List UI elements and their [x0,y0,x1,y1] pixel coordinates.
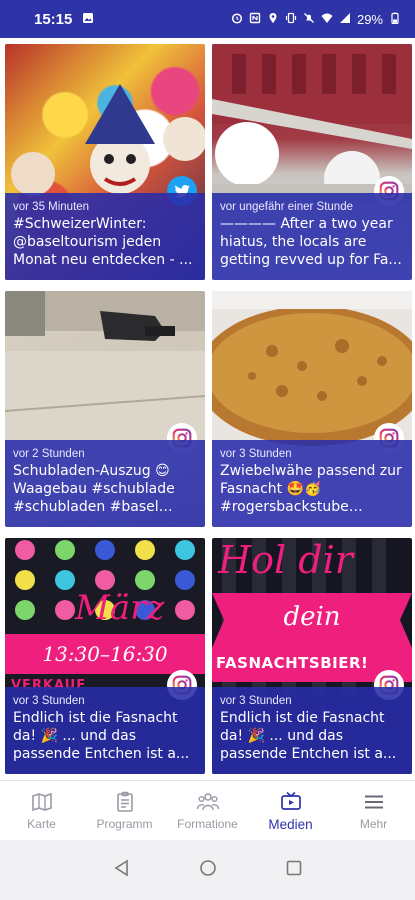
post-time: vor 3 Stunden [220,448,292,460]
nav-item-formationen[interactable]: Formatione [166,781,249,840]
post-overlay: vor ungefähr einer Stunde ———— After a t… [212,193,412,280]
post-overlay: vor 3 Stunden Endlich ist die Fasnacht d… [5,687,205,774]
signal-icon [339,12,351,27]
media-card[interactable]: vor 3 Stunden Zwiebelwähe passend zur Fa… [212,291,412,527]
nav-label: Mehr [359,817,388,831]
system-navigation [0,840,415,900]
home-icon[interactable] [198,858,218,882]
post-time: vor 2 Stunden [13,448,85,460]
tv-icon [280,791,301,810]
status-bar: 15:15 29% [0,0,415,38]
image-notification-icon [82,11,94,27]
alarm-icon [231,12,243,27]
nav-item-karte[interactable]: Karte [0,781,83,840]
recents-icon[interactable] [284,858,304,882]
post-time: vor 3 Stunden [13,695,85,707]
media-card[interactable]: vor 2 Stunden Schubladen-Auszug 😊 Waageb… [5,291,205,527]
media-card[interactable]: März 13:30–16:30 VERKAUF vor 3 Stunden E… [5,538,205,774]
media-card[interactable]: vor ungefähr einer Stunde ———— After a t… [212,44,412,280]
post-overlay: vor 3 Stunden Zwiebelwähe passend zur Fa… [212,440,412,527]
post-text: Endlich ist die Fasnacht da! 🎉 ... und d… [220,710,397,762]
nav-item-medien[interactable]: Medien [249,781,332,840]
clipboard-icon [116,791,133,812]
nav-item-mehr[interactable]: Mehr [332,781,415,840]
poster-text-hol-dir: Hol dir [218,538,353,582]
vibrate-icon [285,12,297,27]
post-overlay: vor 2 Stunden Schubladen-Auszug 😊 Waageb… [5,440,205,527]
poster-text-time: 13:30–16:30 [42,642,168,666]
nav-label: Medien [268,816,313,832]
back-icon[interactable] [112,858,132,882]
post-text: ———— After a two year hiatus, the locals… [220,216,402,268]
post-time: vor 35 Minuten [13,201,90,213]
post-overlay: vor 3 Stunden Endlich ist die Fasnacht d… [212,687,412,774]
post-text: Endlich ist die Fasnacht da! 🎉 ... und d… [13,710,190,762]
media-feed[interactable]: vor 35 Minuten #SchweizerWinter: @baselt… [0,38,415,780]
bottom-navigation: Karte Programm Formatione Medien Mehr [0,780,415,840]
menu-icon [364,795,383,809]
poster-text-dein: dein [283,602,341,632]
post-text: #SchweizerWinter: @baseltourism jeden Mo… [13,216,193,268]
post-text: Schubladen-Auszug 😊 Waagebau #schublade … [13,463,175,515]
people-icon [196,793,219,811]
nav-item-programm[interactable]: Programm [83,781,166,840]
media-card[interactable]: Hol dir dein FASNACHTSBIER! vor 3 Stunde… [212,538,412,774]
post-text: Zwiebelwähe passend zur Fasnacht 🤩🥳 #rog… [220,463,402,515]
nav-label: Programm [96,817,153,831]
nav-label: Karte [27,817,56,831]
post-overlay: vor 35 Minuten #SchweizerWinter: @baselt… [5,193,205,280]
map-icon [31,792,52,812]
mute-icon [303,12,315,27]
nfc-icon [249,12,261,27]
status-time: 15:15 [34,10,73,28]
media-card[interactable]: vor 35 Minuten #SchweizerWinter: @baselt… [5,44,205,280]
location-icon [267,12,279,27]
post-time: vor ungefähr einer Stunde [220,201,353,213]
poster-text-fasnachtsbier: FASNACHTSBIER! [216,654,369,672]
post-time: vor 3 Stunden [220,695,292,707]
battery-icon [389,12,401,27]
battery-percent: 29% [356,11,383,27]
nav-label: Formatione [177,817,238,831]
poster-text-month: März [75,588,165,628]
wifi-icon [321,12,333,27]
